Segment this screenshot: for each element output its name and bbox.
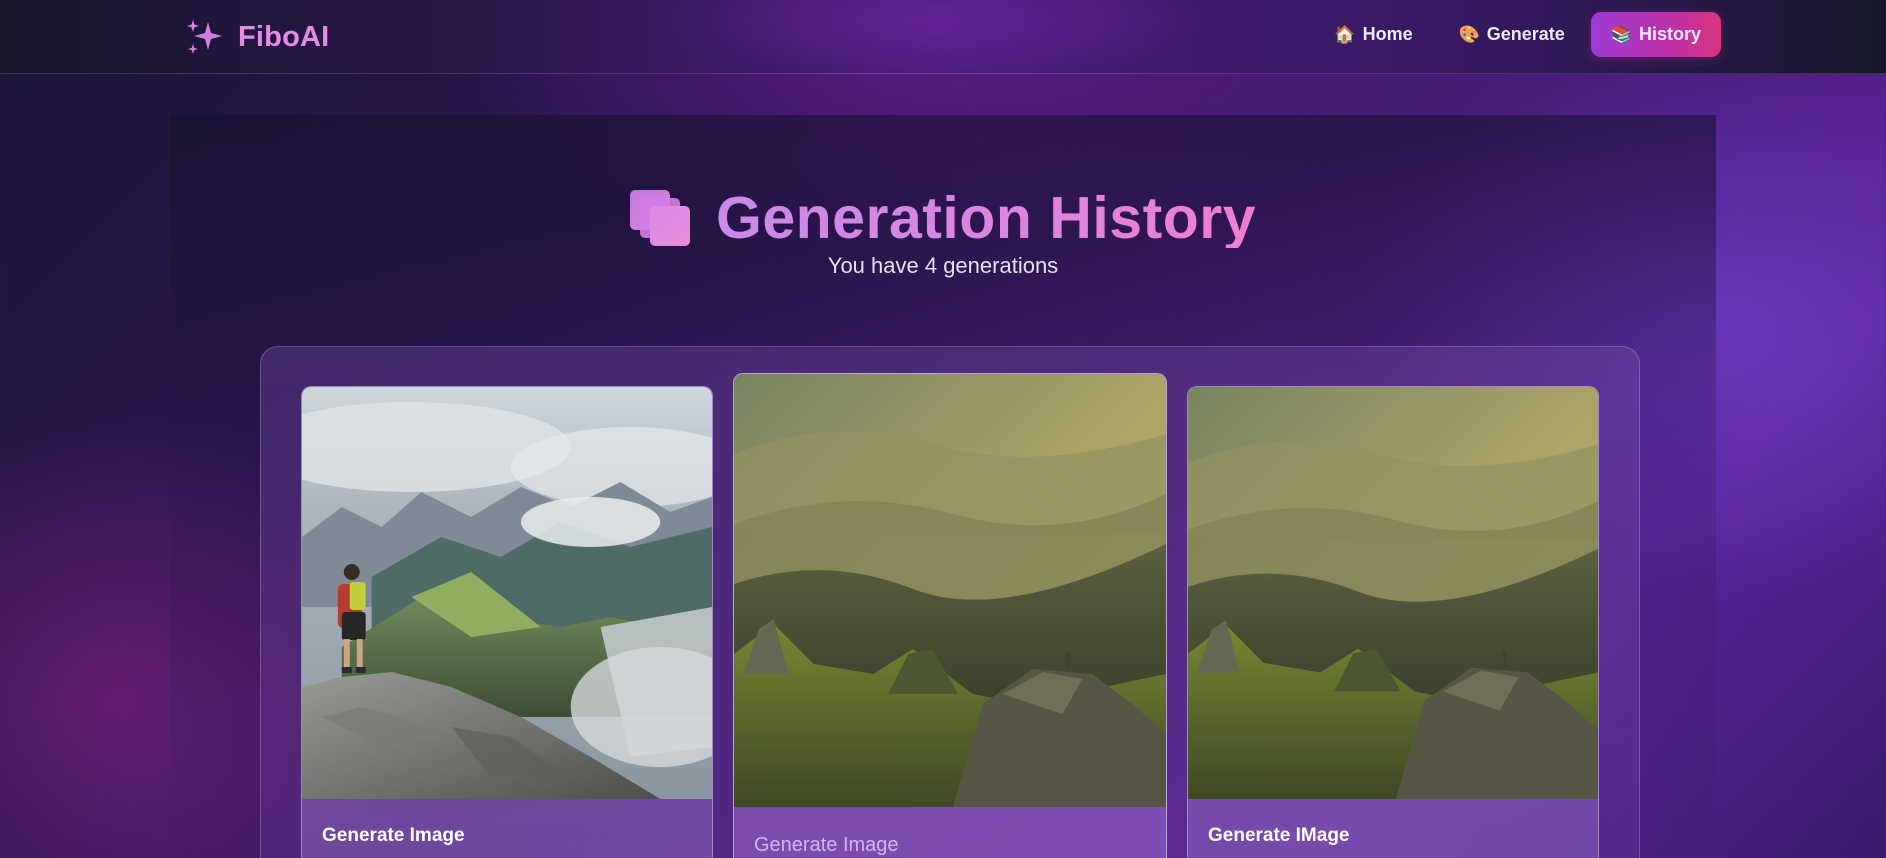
hiker-on-mountain-cliff-image[interactable] xyxy=(302,387,712,799)
nav-home-label: Home xyxy=(1362,24,1413,44)
nav-links: 🏠 Home 🎨 Generate 📚 History xyxy=(1308,12,1721,57)
history-card[interactable]: Generate Image xyxy=(733,373,1167,858)
card-title: Generate Image xyxy=(754,834,899,856)
stacked-squares-icon xyxy=(629,190,692,246)
sunlit-mountain-valley-image[interactable] xyxy=(734,374,1166,807)
card-title: Generate Image xyxy=(322,825,465,846)
sunlit-mountain-valley-image[interactable] xyxy=(1188,387,1598,799)
generation-count: You have 4 generations xyxy=(827,253,1059,278)
title-row: Generation History xyxy=(170,178,1716,258)
top-navbar: FiboAI 🏠 Home 🎨 Generate 📚 History xyxy=(0,0,1886,74)
history-card[interactable]: Generate IMage xyxy=(1187,386,1599,858)
nav-generate-label: Generate xyxy=(1486,24,1565,44)
nav-home-link[interactable]: 🏠 Home xyxy=(1314,12,1432,57)
palette-icon: 🎨 xyxy=(1458,24,1480,44)
history-card[interactable]: Generate Image xyxy=(301,386,713,858)
app-logo[interactable]: FiboAI xyxy=(184,16,329,58)
page-title: Generation History xyxy=(715,184,1257,251)
nav-history-label: History xyxy=(1638,24,1701,44)
nav-generate-link[interactable]: 🎨 Generate xyxy=(1439,12,1585,57)
app-name: FiboAI xyxy=(238,20,330,53)
card-title: Generate IMage xyxy=(1208,825,1350,846)
sparkles-icon xyxy=(187,20,222,54)
books-icon: 📚 xyxy=(1610,24,1632,44)
house-icon: 🏠 xyxy=(1334,24,1356,44)
nav-history-link[interactable]: 📚 History xyxy=(1590,12,1721,57)
